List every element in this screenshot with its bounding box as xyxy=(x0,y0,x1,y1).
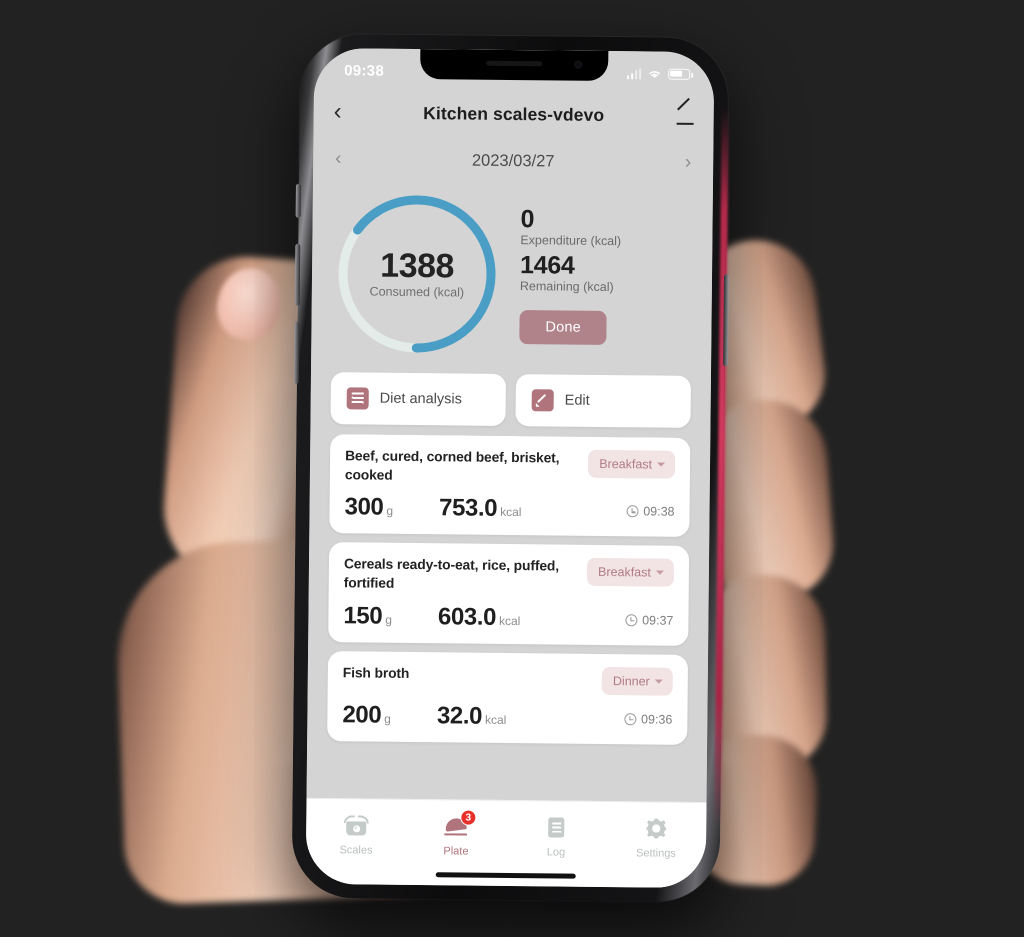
meal-type-dropdown[interactable]: Breakfast xyxy=(586,558,675,587)
tab-plate-label: Plate xyxy=(443,845,469,858)
table-row[interactable]: Cereals ready-to-eat, rice, puffed, fort… xyxy=(328,542,690,646)
food-amount: 200 xyxy=(342,700,382,729)
current-date: 2023/03/27 xyxy=(471,151,555,170)
back-button[interactable]: ‹ xyxy=(334,98,364,125)
food-calories: 32.0 xyxy=(436,701,483,730)
thumb-nail xyxy=(211,262,287,346)
earpiece-speaker xyxy=(486,60,543,67)
front-camera xyxy=(574,60,583,69)
food-name: Fish broth xyxy=(342,664,410,681)
edit-label: Edit xyxy=(564,392,590,409)
food-amount-unit: g xyxy=(386,503,394,519)
next-day-button[interactable]: › xyxy=(667,152,692,174)
phone-side-rail xyxy=(714,108,729,829)
remaining-value: 1464 xyxy=(519,251,575,280)
food-cloche-icon: 3 xyxy=(443,809,477,839)
food-amount: 300 xyxy=(344,493,384,521)
tab-scales[interactable]: Scales xyxy=(306,812,406,857)
document-lines-icon xyxy=(543,814,569,840)
calorie-summary: 1388 Consumed (kcal) 0 Expenditure (kcal… xyxy=(311,180,713,376)
food-calorie-unit: kcal xyxy=(498,613,521,628)
battery-icon xyxy=(668,68,691,80)
meal-type-label: Dinner xyxy=(612,673,650,688)
tab-plate[interactable]: 3 Plate xyxy=(406,809,506,858)
food-time-label: 09:38 xyxy=(643,504,675,519)
consumed-label: Consumed (kcal) xyxy=(369,284,465,300)
phone-device: 09:38 ‹ Kitchen scales-vdevo ‹ 2023/03/2… xyxy=(291,33,730,903)
stats-column: 0 Expenditure (kcal) 1464 Remaining (kca… xyxy=(507,205,690,346)
gear-icon xyxy=(643,815,669,841)
tab-log[interactable]: Log xyxy=(506,814,606,859)
expenditure-value: 0 xyxy=(520,205,535,234)
pencil-edit-icon xyxy=(677,107,694,124)
tab-settings-label: Settings xyxy=(636,847,676,860)
date-selector: ‹ 2023/03/27 › xyxy=(313,138,713,184)
notch xyxy=(420,49,609,82)
volume-up-button[interactable] xyxy=(294,243,301,306)
tab-scales-label: Scales xyxy=(339,844,373,857)
food-calorie-unit: kcal xyxy=(484,712,507,727)
food-amount-unit: g xyxy=(384,711,391,726)
diet-analysis-label: Diet analysis xyxy=(379,390,463,408)
kitchen-scale-icon xyxy=(343,812,369,838)
calorie-ring: 1388 Consumed (kcal) xyxy=(333,190,501,358)
food-time: 09:38 xyxy=(626,504,675,519)
food-name: Cereals ready-to-eat, rice, puffed, fort… xyxy=(343,556,560,591)
volume-down-button[interactable] xyxy=(293,321,300,384)
food-time-label: 09:37 xyxy=(642,612,674,628)
food-time-label: 09:36 xyxy=(641,711,673,727)
table-row[interactable]: Beef, cured, corned beef, brisket, cooke… xyxy=(329,434,691,538)
clock-icon xyxy=(625,613,638,626)
meal-type-label: Breakfast xyxy=(599,456,653,472)
app-container: ‹ Kitchen scales-vdevo ‹ 2023/03/27 › 13… xyxy=(305,47,715,889)
header-edit-button[interactable] xyxy=(664,107,694,124)
meal-type-label: Breakfast xyxy=(598,565,651,580)
action-buttons-row: Diet analysis Edit xyxy=(310,372,711,438)
previous-day-button[interactable]: ‹ xyxy=(335,148,359,170)
status-time: 09:38 xyxy=(344,61,385,80)
table-row[interactable]: Fish broth Dinner 200 g 32.0 kcal 09:36 xyxy=(327,650,689,745)
pencil-square-icon xyxy=(531,389,554,412)
screenshot-scene: 09:38 ‹ Kitchen scales-vdevo ‹ 2023/03/2… xyxy=(0,0,1024,937)
edit-button[interactable]: Edit xyxy=(515,374,691,428)
consumed-value: 1388 xyxy=(380,246,455,286)
document-lines-icon xyxy=(346,387,369,410)
signal-bars-icon xyxy=(626,67,642,79)
caret-down-icon xyxy=(655,570,664,575)
diet-analysis-button[interactable]: Diet analysis xyxy=(330,372,506,426)
food-amount: 150 xyxy=(343,601,383,630)
food-time: 09:36 xyxy=(624,711,673,727)
plate-badge: 3 xyxy=(460,809,477,826)
food-entry-list: Beef, cured, corned beef, brisket, cooke… xyxy=(307,434,711,802)
mute-switch[interactable] xyxy=(295,183,301,218)
clock-icon xyxy=(624,712,637,725)
done-button[interactable]: Done xyxy=(519,310,608,346)
food-calories: 753.0 xyxy=(438,494,498,523)
expenditure-label: Expenditure (kcal) xyxy=(520,233,622,249)
caret-down-icon xyxy=(657,462,666,467)
food-calorie-unit: kcal xyxy=(500,505,522,520)
clock-icon xyxy=(626,505,639,518)
page-title: Kitchen scales-vdevo xyxy=(423,102,605,125)
caret-down-icon xyxy=(654,679,663,684)
tab-log-label: Log xyxy=(546,846,566,859)
tab-settings[interactable]: Settings xyxy=(606,815,706,860)
power-button[interactable] xyxy=(723,274,730,367)
food-amount-unit: g xyxy=(385,612,393,627)
food-name: Beef, cured, corned beef, brisket, cooke… xyxy=(344,448,560,483)
wifi-icon xyxy=(649,70,660,78)
meal-type-dropdown[interactable]: Breakfast xyxy=(588,449,676,479)
remaining-label: Remaining (kcal) xyxy=(519,279,614,295)
meal-type-dropdown[interactable]: Dinner xyxy=(601,666,673,696)
app-header: ‹ Kitchen scales-vdevo xyxy=(313,86,714,142)
food-calories: 603.0 xyxy=(437,602,497,631)
food-time: 09:37 xyxy=(625,612,674,628)
phone-screen: 09:38 ‹ Kitchen scales-vdevo ‹ 2023/03/2… xyxy=(305,47,715,889)
